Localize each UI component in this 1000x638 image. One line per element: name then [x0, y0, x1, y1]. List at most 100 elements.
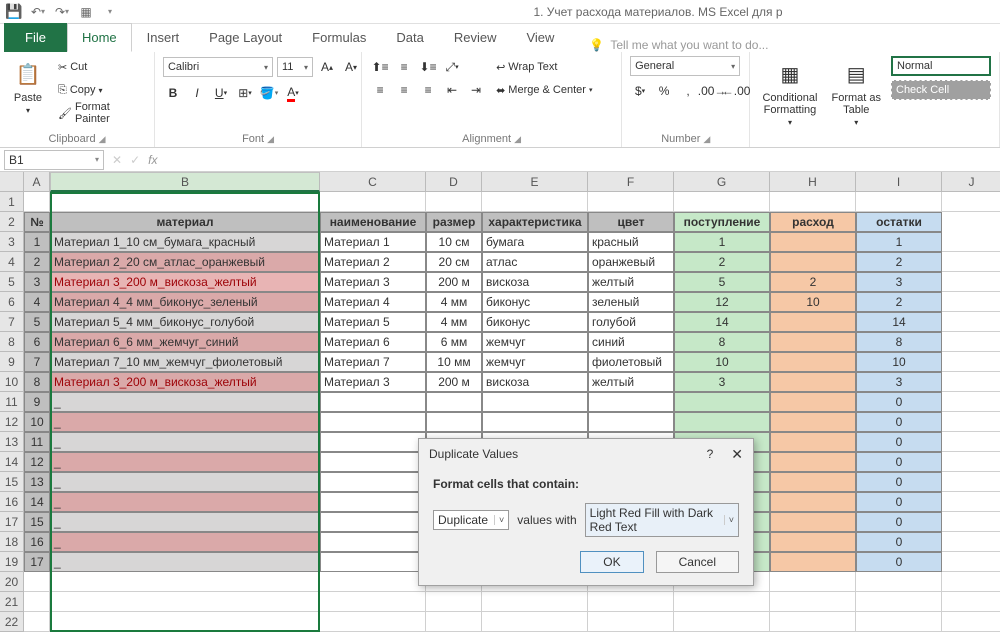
cell[interactable]: оранжевый — [588, 252, 674, 272]
cell[interactable] — [482, 392, 588, 412]
row-header-21[interactable]: 21 — [0, 592, 24, 612]
col-header-F[interactable]: F — [588, 172, 674, 192]
cell[interactable]: 14 — [674, 312, 770, 332]
cell[interactable]: синий — [588, 332, 674, 352]
cell[interactable] — [482, 192, 588, 212]
cell[interactable]: 12 — [674, 292, 770, 312]
enter-formula-icon[interactable]: ✓ — [130, 153, 140, 167]
align-right-icon[interactable]: ≡ — [418, 80, 438, 100]
cell[interactable]: Материал 5 — [320, 312, 426, 332]
cell[interactable] — [320, 512, 426, 532]
cell[interactable]: 10 см — [426, 232, 482, 252]
dialog-launcher-icon[interactable]: ◢ — [99, 134, 106, 145]
cell[interactable] — [770, 532, 856, 552]
col-header-H[interactable]: H — [770, 172, 856, 192]
cell[interactable]: 200 м — [426, 372, 482, 392]
cell[interactable] — [856, 572, 942, 592]
col-header-C[interactable]: C — [320, 172, 426, 192]
cell[interactable]: цвет — [588, 212, 674, 232]
cell[interactable]: _ — [50, 492, 320, 512]
qat-customize[interactable]: ▾ — [100, 2, 120, 22]
cell[interactable] — [320, 572, 426, 592]
cell[interactable]: _ — [50, 412, 320, 432]
row-header-20[interactable]: 20 — [0, 572, 24, 592]
cell[interactable]: 15 — [24, 512, 50, 532]
cell[interactable] — [770, 432, 856, 452]
row-header-14[interactable]: 14 — [0, 452, 24, 472]
cell[interactable] — [320, 472, 426, 492]
cell[interactable] — [942, 392, 1000, 412]
cell[interactable] — [426, 192, 482, 212]
cell[interactable]: 4 — [24, 292, 50, 312]
cell[interactable] — [770, 452, 856, 472]
cell[interactable]: _ — [50, 452, 320, 472]
cell[interactable]: жемчуг — [482, 332, 588, 352]
cell[interactable] — [770, 572, 856, 592]
tab-insert[interactable]: Insert — [132, 23, 195, 52]
cell[interactable] — [942, 372, 1000, 392]
cell[interactable] — [426, 612, 482, 632]
dialog-launcher-icon[interactable]: ◢ — [267, 134, 274, 145]
cell[interactable] — [320, 432, 426, 452]
cell[interactable]: фиолетовый — [588, 352, 674, 372]
cell[interactable]: 0 — [856, 552, 942, 572]
row-header-6[interactable]: 6 — [0, 292, 24, 312]
tab-page-layout[interactable]: Page Layout — [194, 23, 297, 52]
format-painter-button[interactable]: 🖌Format Painter — [54, 99, 146, 127]
font-color-button[interactable]: A▾ — [283, 83, 303, 103]
row-header-5[interactable]: 5 — [0, 272, 24, 292]
dialog-launcher-icon[interactable]: ◢ — [703, 134, 710, 145]
cell[interactable]: поступление — [674, 212, 770, 232]
row-header-15[interactable]: 15 — [0, 472, 24, 492]
row-header-4[interactable]: 4 — [0, 252, 24, 272]
cell[interactable]: 7 — [24, 352, 50, 372]
cell[interactable]: 6 мм — [426, 332, 482, 352]
decrease-font-icon[interactable]: A▾ — [341, 57, 361, 77]
cell[interactable]: наименование — [320, 212, 426, 232]
cell[interactable] — [482, 592, 588, 612]
cell[interactable]: Материал 3_200 м_вискоза_желтый — [50, 372, 320, 392]
cell[interactable] — [856, 612, 942, 632]
cell[interactable] — [942, 352, 1000, 372]
copy-button[interactable]: ⎘Copy ▾ — [54, 82, 107, 99]
col-header-D[interactable]: D — [426, 172, 482, 192]
help-icon[interactable]: ? — [707, 447, 714, 461]
cell[interactable] — [942, 232, 1000, 252]
cell[interactable] — [942, 292, 1000, 312]
cell[interactable] — [770, 252, 856, 272]
increase-decimal-icon[interactable]: .00→ — [702, 81, 722, 101]
cell[interactable]: 3 — [856, 272, 942, 292]
redo-button[interactable]: ↷▾ — [52, 2, 72, 22]
cell[interactable] — [770, 352, 856, 372]
cell[interactable]: Материал 3 — [320, 372, 426, 392]
col-header-E[interactable]: E — [482, 172, 588, 192]
accounting-format-icon[interactable]: $▾ — [630, 81, 650, 101]
paste-button[interactable]: 📋 Paste▾ — [8, 56, 48, 118]
bold-button[interactable]: B — [163, 83, 183, 103]
cell[interactable] — [426, 392, 482, 412]
cell[interactable]: 5 — [24, 312, 50, 332]
cell[interactable] — [942, 412, 1000, 432]
cell[interactable]: Материал 6_6 мм_жемчуг_синий — [50, 332, 320, 352]
cell[interactable] — [320, 592, 426, 612]
qat-grid-icon[interactable]: ▦ — [76, 2, 96, 22]
row-header-8[interactable]: 8 — [0, 332, 24, 352]
decrease-indent-icon[interactable]: ⇤ — [442, 80, 462, 100]
cell[interactable]: бумага — [482, 232, 588, 252]
cell[interactable]: _ — [50, 532, 320, 552]
fill-color-button[interactable]: 🪣▾ — [259, 83, 279, 103]
cell[interactable]: 12 — [24, 452, 50, 472]
format-preset-select[interactable]: Light Red Fill with Dark Red Text˅ — [585, 503, 739, 537]
cell[interactable] — [588, 612, 674, 632]
align-middle-icon[interactable]: ≡ — [394, 57, 414, 77]
wrap-text-button[interactable]: ↩Wrap Text — [492, 59, 561, 76]
cell[interactable]: 2 — [856, 252, 942, 272]
cell[interactable] — [942, 272, 1000, 292]
format-as-table-button[interactable]: ▤ Format as Table ▾ — [827, 56, 885, 129]
row-header-17[interactable]: 17 — [0, 512, 24, 532]
cell[interactable]: материал — [50, 212, 320, 232]
cell[interactable]: 4 мм — [426, 292, 482, 312]
cell[interactable] — [942, 532, 1000, 552]
cell[interactable] — [856, 592, 942, 612]
cell[interactable]: 20 см — [426, 252, 482, 272]
